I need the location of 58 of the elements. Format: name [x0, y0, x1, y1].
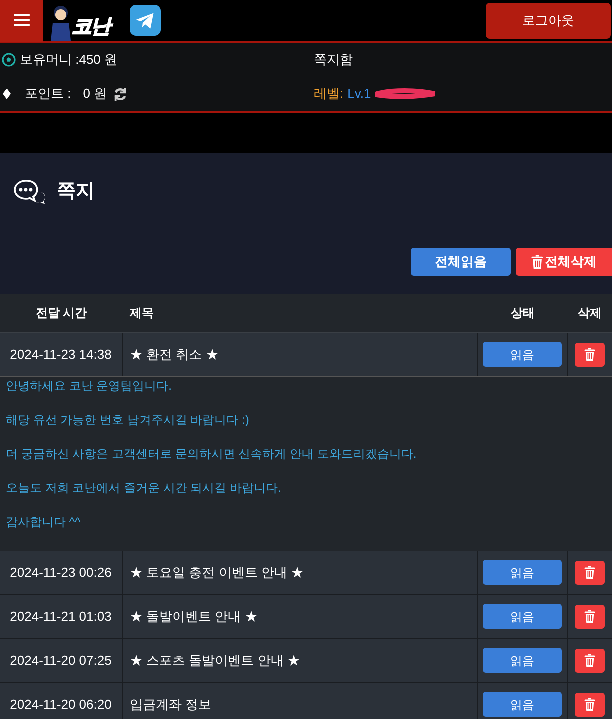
- page-title: 쪽지: [57, 180, 95, 204]
- message-paragraph: 안녕하세요 코난 운영팀입니다.: [6, 378, 174, 395]
- menu-button[interactable]: [0, 0, 43, 42]
- paper-plane-icon[interactable]: [130, 5, 161, 36]
- message-row[interactable]: 2024-11-20 06:20 입금계좌 정보 읽음: [0, 683, 612, 719]
- message-paragraph: 오늘도 저희 코난에서 즐거운 시간 되시길 바랍니다.: [6, 480, 282, 497]
- date-cell-text: 2024-11-23 14:38: [10, 346, 112, 364]
- date-cell-text: 2024-11-23 00:26: [10, 564, 112, 582]
- trash-icon: [584, 698, 596, 712]
- subject-cell[interactable]: ★ 돌발이벤트 안내 ★: [130, 606, 258, 626]
- read-status-button[interactable]: 읽음: [483, 560, 562, 585]
- message-row[interactable]: 2024-11-23 14:38 ★ 환전 취소 ★ 읽음: [0, 333, 612, 377]
- refresh-icon[interactable]: [113, 86, 128, 102]
- read-status-button[interactable]: 읽음: [483, 692, 562, 717]
- points-label: 포인트 :: [25, 85, 72, 104]
- points-value: 0 원: [83, 85, 108, 104]
- subject-cell[interactable]: 입금계좌 정보: [130, 694, 212, 714]
- logout-button[interactable]: 로그아웃: [486, 2, 611, 38]
- trash-icon: [584, 610, 596, 624]
- read-status-button[interactable]: 읽음: [483, 604, 562, 629]
- read-all-button[interactable]: 전체읽음: [411, 248, 511, 276]
- redaction-scribble: [375, 88, 438, 100]
- inbox-link[interactable]: 쪽지함: [314, 50, 353, 70]
- date-cell-text: 2024-11-21 01:03: [10, 608, 112, 626]
- logo[interactable]: 코난: [50, 0, 110, 40]
- trash-icon: [531, 254, 544, 270]
- subject-cell[interactable]: ★ 스포츠 돌발이벤트 안내 ★: [130, 650, 300, 670]
- read-status-button[interactable]: 읽음: [483, 648, 562, 673]
- message-paragraph: 더 궁금하신 사항은 고객센터로 문의하시면 신속하게 안내 도와드리겠습니다.: [6, 446, 418, 463]
- delete-button[interactable]: [575, 560, 605, 584]
- level-value: Lv.1: [348, 85, 372, 104]
- message-row[interactable]: 2024-11-21 01:03 ★ 돌발이벤트 안내 ★ 읽음: [0, 595, 612, 639]
- delete-button[interactable]: [575, 342, 605, 366]
- trash-icon: [584, 654, 596, 668]
- message-row[interactable]: 2024-11-23 00:26 ★ 토요일 충전 이벤트 안내 ★ 읽음: [0, 551, 612, 595]
- subject-cell[interactable]: ★ 환전 취소 ★: [130, 344, 219, 364]
- read-status-button[interactable]: 읽음: [483, 342, 562, 367]
- chat-bubbles-icon: [13, 179, 47, 206]
- delete-button[interactable]: [575, 604, 605, 628]
- trash-icon: [584, 566, 596, 580]
- menu-icon: [14, 14, 30, 27]
- delete-all-button[interactable]: 전체삭제: [516, 248, 612, 276]
- delete-button[interactable]: [575, 692, 605, 716]
- message-paragraph: 감사합니다 ^^: [6, 514, 82, 531]
- trash-icon: [584, 348, 596, 362]
- money-text: 보유머니 :450 원: [20, 51, 118, 70]
- message-paragraph: 해당 유선 가능한 번호 남겨주시길 바랍니다 :): [6, 412, 250, 429]
- level-label: 레벨:: [314, 85, 344, 104]
- date-cell-text: 2024-11-20 06:20: [10, 696, 112, 714]
- delete-button[interactable]: [575, 648, 605, 672]
- soccer-ball-icon: [2, 53, 16, 67]
- subject-cell[interactable]: ★ 토요일 충전 이벤트 안내 ★: [130, 562, 304, 582]
- column-header: 전달 시간: [34, 305, 88, 322]
- column-header: 삭제: [577, 305, 603, 322]
- column-header: 상태: [510, 305, 536, 322]
- date-cell-text: 2024-11-20 07:25: [10, 652, 112, 670]
- column-header: 제목: [129, 305, 155, 322]
- message-row[interactable]: 2024-11-20 07:25 ★ 스포츠 돌발이벤트 안내 ★ 읽음: [0, 639, 612, 683]
